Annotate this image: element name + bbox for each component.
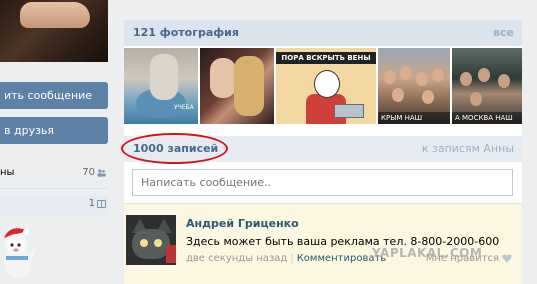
followers-count: 70 xyxy=(82,167,95,178)
to-posts-link[interactable]: к записям Анны xyxy=(422,142,514,155)
gift-icon xyxy=(97,199,106,208)
post-time[interactable]: две секунды назад xyxy=(186,253,287,264)
photo-caption: УЧЕБА xyxy=(174,104,194,111)
post-meta: две секунды назад | Комментировать xyxy=(186,253,387,264)
profile-photo[interactable] xyxy=(0,0,108,62)
post-author[interactable]: Андрей Гриценко xyxy=(186,217,299,230)
photos-all-link[interactable]: все xyxy=(493,26,514,39)
photo-caption: ПОРА ВСКРЫТЬ ВЕНЫ xyxy=(276,52,376,64)
photo-thumb[interactable]: ПОРА ВСКРЫТЬ ВЕНЫ xyxy=(276,48,376,124)
avatar[interactable] xyxy=(126,215,176,265)
gifts-count: 1 xyxy=(88,198,95,209)
wall-post: Андрей Гриценко Здесь может быть ваша ре… xyxy=(124,203,522,284)
wall-post-input[interactable]: Написать сообщение.. xyxy=(132,169,513,196)
red-highlight-circle xyxy=(121,133,228,164)
sticker-image[interactable] xyxy=(0,224,40,284)
add-friend-button[interactable]: в друзья xyxy=(0,117,108,144)
watermark: YAPLAKAL.COM xyxy=(372,246,483,260)
photo-thumb[interactable] xyxy=(200,48,274,124)
photo-thumb[interactable]: А МОСКВА НАШ xyxy=(452,48,522,124)
photos-header: 121 фотография все xyxy=(124,20,522,46)
photo-caption: А МОСКВА НАШ xyxy=(452,112,522,124)
gifts-row[interactable]: 1 xyxy=(0,195,108,215)
followers-row[interactable]: ны 70 xyxy=(0,165,108,181)
photos-title[interactable]: 121 фотография xyxy=(133,26,239,39)
people-icon xyxy=(97,169,106,177)
left-column: ить сообщение в друзья ны 70 1 xyxy=(0,0,108,284)
divider xyxy=(0,188,108,189)
photo-thumb[interactable]: КРЫМ НАШ xyxy=(378,48,450,124)
followers-label: ны xyxy=(0,167,15,178)
heart-icon xyxy=(502,254,512,263)
hand-image xyxy=(20,2,90,28)
send-message-button[interactable]: ить сообщение xyxy=(0,82,108,109)
page-margin xyxy=(522,0,537,284)
photo-caption: КРЫМ НАШ xyxy=(378,112,450,124)
photo-thumb[interactable]: УЧЕБА xyxy=(124,48,198,124)
